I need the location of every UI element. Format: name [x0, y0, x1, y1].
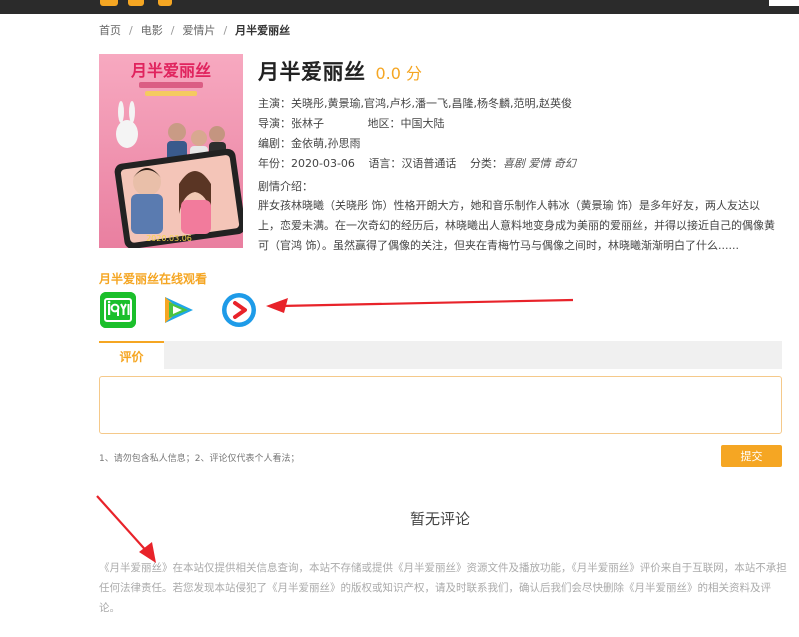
youku-icon[interactable]: [221, 292, 257, 328]
breadcrumb-movie[interactable]: 电影: [141, 22, 163, 38]
region-value: 中国大陆: [400, 117, 445, 130]
comment-input[interactable]: [99, 376, 782, 434]
movie-info: 月半爱丽丝 0.0 分 主演：关晓彤,黄景瑜,官鸿,卢杉,潘一飞,昌隆,杨冬麟,…: [258, 56, 788, 256]
breadcrumb-separator: /: [223, 23, 228, 37]
movie-title: 月半爱丽丝: [258, 60, 366, 84]
cast-label: 主演：: [258, 97, 291, 110]
iqiyi-logo-graphic: [100, 292, 136, 328]
movie-poster[interactable]: 月半爱丽丝 2020.03.06: [99, 54, 243, 248]
submit-button[interactable]: 提交: [721, 445, 782, 467]
arrow-to-youku-annotation: [266, 298, 574, 313]
language-value: 汉语普通话: [401, 157, 457, 170]
director-label: 导演：: [258, 117, 291, 130]
intro-text: 胖女孩林晓曦（关晓彤 饰）性格开朗大方，她和音乐制作人韩冰（黄景瑜 饰）是多年好…: [258, 199, 775, 252]
breadcrumb-home[interactable]: 首页: [99, 22, 121, 38]
header-corner: [769, 0, 799, 6]
tencent-video-icon[interactable]: [160, 292, 196, 328]
writer-row: 编剧：金依萌,孙思雨: [258, 134, 788, 154]
category-label: 分类：: [469, 157, 503, 170]
writer-label: 编剧：: [258, 137, 291, 150]
tencent-logo-graphic: [165, 297, 193, 323]
comment-tab-bar: 评价: [99, 341, 782, 369]
poster-date: 2020.03.06: [146, 234, 192, 243]
region-label: 地区：: [367, 117, 401, 130]
iqiyi-icon[interactable]: [100, 292, 136, 328]
watch-online-title: 月半爱丽丝在线观看: [99, 272, 208, 286]
writer-value: 金依萌,孙思雨: [291, 137, 361, 150]
poster-title: 月半爱丽丝: [130, 61, 211, 80]
title-row: 月半爱丽丝 0.0 分: [258, 56, 788, 86]
site-logo[interactable]: [100, 0, 220, 8]
intro-label: 剧情介绍：: [258, 180, 313, 193]
movie-meta: 主演：关晓彤,黄景瑜,官鸿,卢杉,潘一飞,昌隆,杨冬麟,范明,赵英俊 导演：张林…: [258, 94, 788, 174]
movie-score: 0.0 分: [375, 64, 423, 83]
disclaimer-text: 《月半爱丽丝》在本站仅提供相关信息查询，本站不存储或提供《月半爱丽丝》资源文件及…: [99, 562, 787, 614]
language-label: 语言：: [368, 157, 402, 170]
poster-artwork: 月半爱丽丝 2020.03.06: [99, 54, 243, 248]
breadcrumb-current: 月半爱丽丝: [235, 24, 291, 37]
breadcrumb-separator: /: [170, 23, 175, 37]
breadcrumb: 首页 / 电影 / 爱情片 / 月半爱丽丝: [99, 22, 290, 38]
year-label: 年份：: [258, 157, 291, 170]
cast-value[interactable]: 关晓彤,黄景瑜,官鸿,卢杉,潘一飞,昌隆,杨冬麟,范明,赵英俊: [291, 97, 572, 110]
cast-row: 主演：关晓彤,黄景瑜,官鸿,卢杉,潘一飞,昌隆,杨冬麟,范明,赵英俊: [258, 94, 788, 114]
director-row: 导演：张林子 地区：中国大陆: [258, 114, 788, 134]
arrow-to-disclaimer-annotation: [96, 495, 156, 563]
comment-tip: 1、请勿包含私人信息；2、评论仅代表个人看法；: [99, 454, 300, 464]
tab-reviews[interactable]: 评价: [99, 341, 164, 369]
year-row: 年份：2020-03-06 语言：汉语普通话 分类：喜剧 爱情 奇幻: [258, 154, 788, 174]
breadcrumb-genre[interactable]: 爱情片: [182, 22, 215, 38]
youku-logo-graphic: [222, 293, 256, 327]
year-value: 2020-03-06: [291, 157, 355, 170]
empty-comments-text: 暂无评论: [409, 510, 470, 528]
breadcrumb-separator: /: [129, 23, 133, 37]
director-value[interactable]: 张林子: [291, 117, 324, 130]
top-header-bar: [0, 0, 799, 14]
category-value[interactable]: 喜剧 爱情 奇幻: [503, 157, 576, 170]
